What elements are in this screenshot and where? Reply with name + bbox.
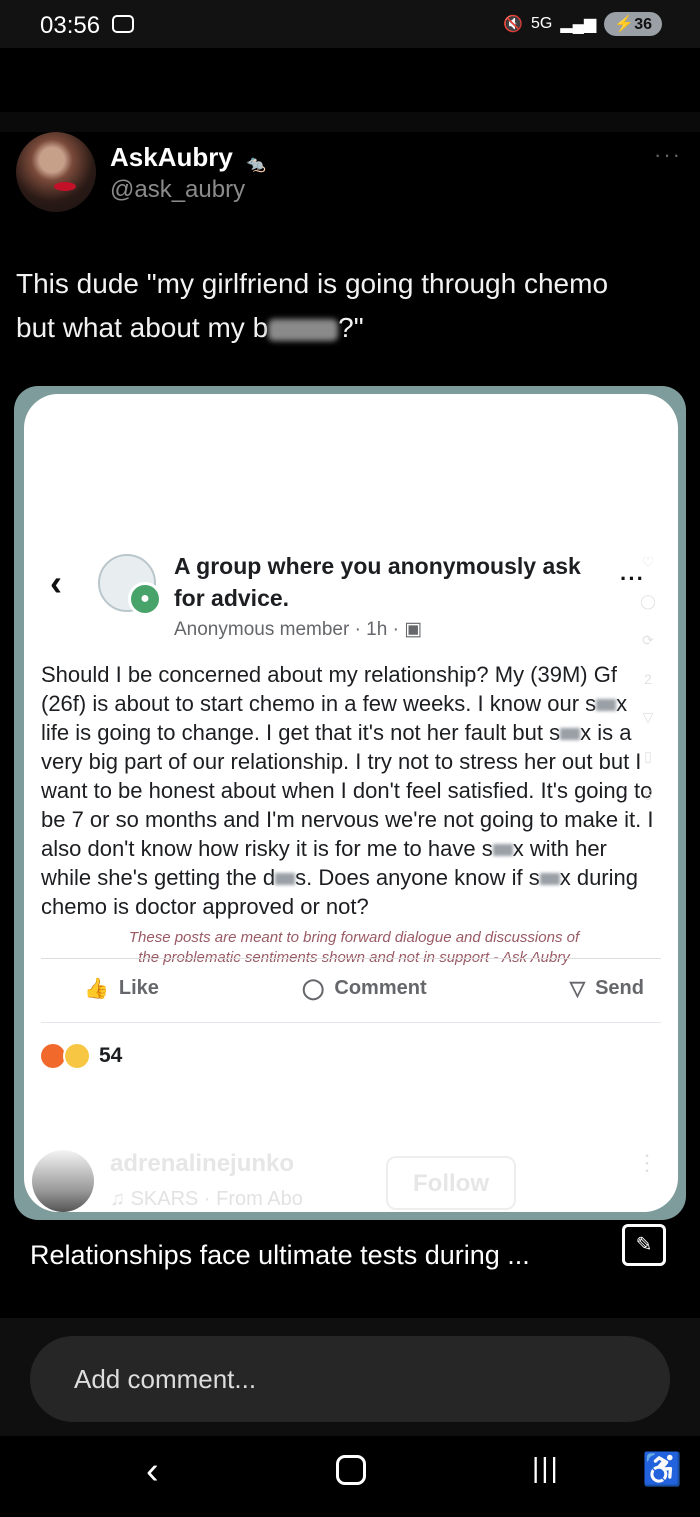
share-icon[interactable]: ▽ [624,709,672,726]
censor-mark [539,873,560,886]
reel-user-avatar[interactable] [32,1150,94,1212]
home-icon[interactable] [336,1455,366,1485]
censor-mark [596,699,617,712]
reel-username[interactable]: adrenalinejunko [110,1150,294,1178]
comment-icon: ◯ [302,978,325,1000]
save-icon[interactable]: ▯ [624,748,672,765]
audio-thumbnail-icon[interactable]: ✎ [622,1224,666,1266]
angry-reaction-icon [41,1044,65,1068]
battery-icon: ⚡36 [604,12,662,36]
send-action: ▽ Send [569,977,644,1000]
reactions-summary: 54 [41,1042,122,1070]
anonymous-icon: ● [128,582,162,616]
side-count: 2 [644,671,652,687]
group-name: A group where you anonymously ask for ad… [174,553,581,611]
wow-reaction-icon [63,1042,91,1070]
display-name[interactable]: AskAubry [110,142,233,173]
censored-word [268,318,339,341]
tweet-text-line2-start: but what about my b [16,312,269,343]
censor-mark [560,728,581,741]
screenshot-icon [112,15,134,33]
back-icon[interactable]: ‹ [146,1450,159,1493]
group-visibility-icon: ▣ [404,619,423,640]
tweet-text-line2-end: ?" [338,312,364,343]
badge-icon: 🐀 [246,156,266,173]
follow-button[interactable]: Follow [386,1156,516,1210]
divider [41,1022,661,1023]
post-body: Should I be concerned about my relations… [41,662,654,919]
like-action: 👍 Like [84,977,159,1000]
divider [41,958,661,959]
thumbs-up-icon: 👍 [84,978,109,1000]
send-icon: ▽ [569,978,586,1000]
user-handle[interactable]: @ask_aubry [110,176,245,204]
side-count: 5 [644,787,652,803]
tweet-text-line1: This dude "my girlfriend is going throug… [16,268,609,299]
divider [0,112,700,132]
tweet-text: This dude "my girlfriend is going throug… [16,262,686,350]
reel-caption[interactable]: Relationships face ultimate tests during… [30,1240,530,1271]
status-icons: 🔇 5G ▂▄▆ ⚡36 [503,12,662,36]
network-label: 5G [530,15,553,32]
censor-mark [492,844,513,857]
mute-icon: 🔇 [503,16,523,33]
post-meta: Anonymous member · 1h · ▣ [174,619,423,640]
back-chevron-icon: ‹ [50,562,62,603]
reel-more-icon[interactable]: ⋮ [636,1150,658,1176]
reaction-count: 54 [99,1044,123,1067]
comment-action: ◯ Comment [302,977,427,1000]
accessibility-icon[interactable]: ♿ [642,1450,682,1488]
disclaimer-watermark: These posts are meant to bring forward d… [128,929,580,966]
repost-icon[interactable]: ⟳ [624,632,672,649]
comment-input[interactable]: Add comment... [30,1336,670,1422]
comment-icon[interactable]: ◯ [624,593,672,610]
censor-mark [275,873,296,886]
heart-icon[interactable]: ♡ [624,554,672,571]
signal-icon: ▂▄▆ [560,16,597,33]
avatar[interactable] [16,132,96,212]
more-options-button[interactable]: ··· [654,142,682,168]
reel-side-actions: ♡ ◯ ⟳ 2 ▽ ▯ 5 [624,554,672,825]
status-time: 03:56 [40,12,101,39]
post-actions: 👍 Like ◯ Comment ▽ Send [84,976,644,1001]
embedded-post-card[interactable]: ‹ ● A group where you anonymously ask fo… [24,394,678,1212]
music-icon: ♫ [110,1188,131,1210]
recent-apps-icon[interactable]: ||| [532,1452,560,1484]
avatar-lips [54,182,76,191]
reel-music[interactable]: ♫ SKARS · From Abo [110,1188,303,1211]
